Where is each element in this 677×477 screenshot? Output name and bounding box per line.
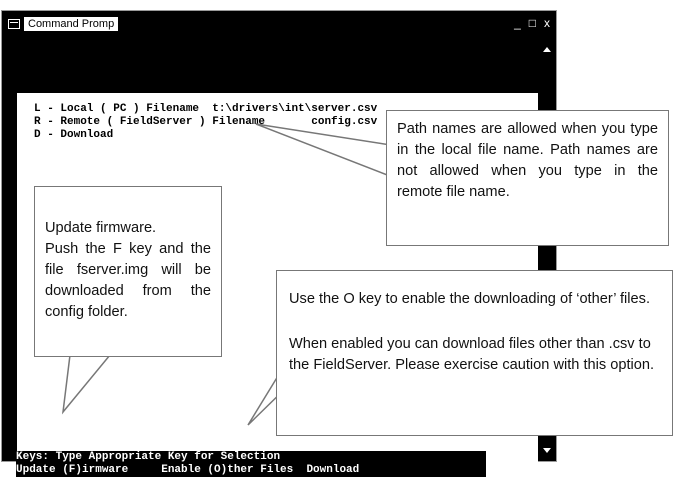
- firmware-callout: Update firmware. Push the F key and the …: [34, 186, 222, 357]
- path-names-callout: Path names are allowed when you type in …: [386, 110, 669, 246]
- firmware-callout-pointer: [61, 354, 112, 415]
- other-files-callout-text-1: Use the O key to enable the downloading …: [289, 291, 651, 307]
- path-names-callout-text: Path names are allowed when you type in …: [397, 121, 658, 200]
- other-files-callout: Use the O key to enable the downloading …: [276, 270, 673, 436]
- firmware-callout-text: Update firmware. Push the F key and the …: [45, 220, 211, 320]
- other-files-callout-text-2: When enabled you can download files othe…: [289, 336, 655, 373]
- update-options-line: Update (F)irmware Enable (O)ther Files D…: [16, 464, 486, 477]
